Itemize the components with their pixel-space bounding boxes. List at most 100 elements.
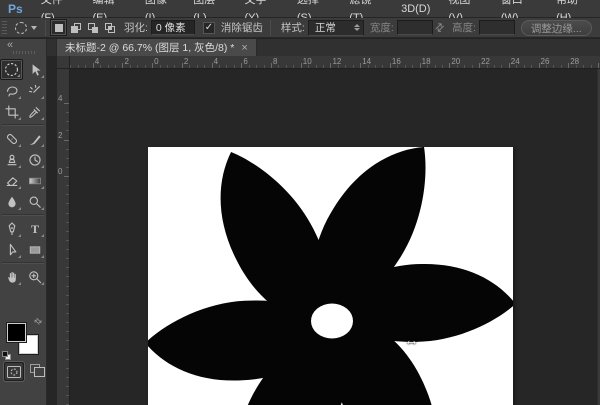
ruler-label: 8: [273, 57, 278, 66]
intersect-selection-icon: [104, 22, 116, 34]
tool-blur[interactable]: [0, 191, 23, 212]
new-selection-button[interactable]: [50, 19, 67, 36]
tool-panel-header: «: [0, 39, 47, 56]
main-area: T ⇄ 642024681012141618202224262830 420: [0, 56, 600, 405]
collapse-panel-icon[interactable]: «: [7, 39, 13, 51]
stamp-icon: [6, 154, 17, 165]
tool-path-selection[interactable]: [0, 239, 23, 260]
ruler-corner[interactable]: [57, 56, 70, 69]
style-label: 样式:: [280, 22, 305, 34]
tool-options-bar: 羽化: ✓ 消除锯齿 样式: 正常 宽度: ⇄ 高度: 调整边缘...: [0, 18, 600, 38]
tool-magic-wand[interactable]: [23, 80, 46, 101]
tool-lasso[interactable]: [0, 80, 23, 101]
subtract-from-selection-button[interactable]: [84, 19, 101, 36]
tool-preset-picker[interactable]: [11, 19, 41, 37]
height-input[interactable]: [478, 20, 515, 35]
tool-panel: T ⇄: [0, 56, 47, 405]
marquee-ellipse-icon: [4, 62, 19, 77]
tool-separator: [2, 124, 44, 126]
ruler-label: 0: [58, 167, 63, 176]
menu-bar: Ps 文件(F)编辑(E)图像(I)图层(L)文字(Y)选择(S)滤镜(T)3D…: [0, 0, 600, 24]
menu-item-3D(D)[interactable]: 3D(D): [392, 0, 439, 18]
subtract-selection-icon: [87, 22, 99, 34]
close-tab-icon[interactable]: ×: [241, 42, 247, 53]
tool-pen[interactable]: [0, 218, 23, 239]
tool-separator: [2, 262, 44, 264]
tool-gradient[interactable]: [23, 170, 46, 191]
mask-row: [0, 362, 47, 384]
style-dropdown[interactable]: 正常: [307, 19, 364, 36]
gradient-icon: [28, 177, 41, 184]
separator: [269, 19, 271, 36]
tool-eyedropper[interactable]: [23, 101, 46, 122]
screen-mode-button[interactable]: [30, 364, 45, 382]
feather-input[interactable]: [150, 20, 195, 35]
dodge-icon: [29, 196, 41, 208]
hand-icon: [7, 271, 16, 283]
new-selection-icon: [53, 22, 65, 34]
ruler-label: 6: [243, 57, 248, 66]
flower-artwork: [148, 147, 513, 405]
path-select-icon: [9, 243, 16, 255]
tool-history-brush[interactable]: [23, 149, 46, 170]
tool-brush[interactable]: [23, 128, 46, 149]
blur-icon: [7, 196, 16, 207]
width-input[interactable]: [396, 20, 433, 35]
resize-cursor-icon: ↔: [404, 332, 419, 349]
ruler-label: 2: [124, 57, 129, 66]
ruler-label: 4: [213, 57, 219, 66]
tool-move[interactable]: [23, 59, 46, 80]
antialias-checkbox[interactable]: ✓: [202, 21, 215, 34]
tool-dodge[interactable]: [23, 191, 46, 212]
panel-grip-icon: [13, 51, 35, 54]
tool-rectangle-shape[interactable]: [23, 239, 46, 260]
svg-text:T: T: [30, 222, 38, 236]
style-value: 正常: [314, 22, 336, 34]
dropdown-spinner-icon: [353, 24, 360, 31]
tab-bar: « 未标题-2 @ 66.7% (图层 1, 灰色/8) * ×: [0, 38, 600, 56]
eyedropper-icon: [28, 106, 40, 118]
tool-spot-healing-brush[interactable]: [0, 128, 23, 149]
tool-clone-stamp[interactable]: [0, 149, 23, 170]
tool-hand[interactable]: [0, 266, 23, 287]
chevron-down-icon: [31, 25, 37, 30]
photoshop-logo: Ps: [8, 1, 23, 16]
document-tab[interactable]: 未标题-2 @ 66.7% (图层 1, 灰色/8) * ×: [56, 39, 257, 56]
refine-edge-button[interactable]: 调整边缘...: [520, 19, 592, 36]
zoom-icon: [28, 270, 41, 283]
tools-grid: T: [0, 56, 46, 287]
history-icon: [28, 153, 41, 166]
default-colors-icon[interactable]: [2, 351, 12, 361]
ruler-label: 0: [154, 57, 159, 66]
add-selection-icon: [70, 22, 82, 34]
crop-icon: [4, 104, 19, 119]
menu-items: 文件(F)编辑(E)图像(I)图层(L)文字(Y)选择(S)滤镜(T)3D(D)…: [32, 0, 600, 24]
wand-icon: [28, 84, 40, 93]
tool-eraser[interactable]: [0, 170, 23, 191]
tool-type[interactable]: T: [23, 218, 46, 239]
check-icon: ✓: [204, 21, 214, 33]
canvas-area[interactable]: [148, 147, 513, 405]
shape-rect-icon: [29, 245, 40, 254]
ruler-label: 4: [94, 57, 100, 66]
document-area: 642024681012141618202224262830 420: [47, 56, 600, 405]
ruler-label: 4: [58, 94, 63, 103]
selection-mode-group: [50, 19, 118, 36]
foreground-color-swatch[interactable]: [6, 322, 27, 343]
intersect-selection-button[interactable]: [101, 19, 118, 36]
swap-dimensions-icon[interactable]: ⇄: [432, 20, 447, 35]
tool-separator: [2, 214, 44, 216]
height-label: 高度:: [451, 22, 476, 34]
ruler-vertical: 4 2 0: [57, 69, 70, 405]
lasso-icon: [6, 85, 17, 97]
feather-label: 羽化:: [124, 22, 148, 34]
add-to-selection-button[interactable]: [67, 19, 84, 36]
move-icon: [32, 63, 41, 76]
document-tab-title: 未标题-2 @ 66.7% (图层 1, 灰色/8) *: [65, 42, 235, 54]
tool-elliptical-marquee[interactable]: [0, 59, 23, 80]
antialias-label: 消除锯齿: [220, 22, 263, 34]
tool-crop[interactable]: [0, 101, 23, 122]
ruler-label: 2: [58, 130, 63, 140]
tool-zoom[interactable]: [23, 266, 46, 287]
quick-mask-button[interactable]: [4, 362, 24, 381]
